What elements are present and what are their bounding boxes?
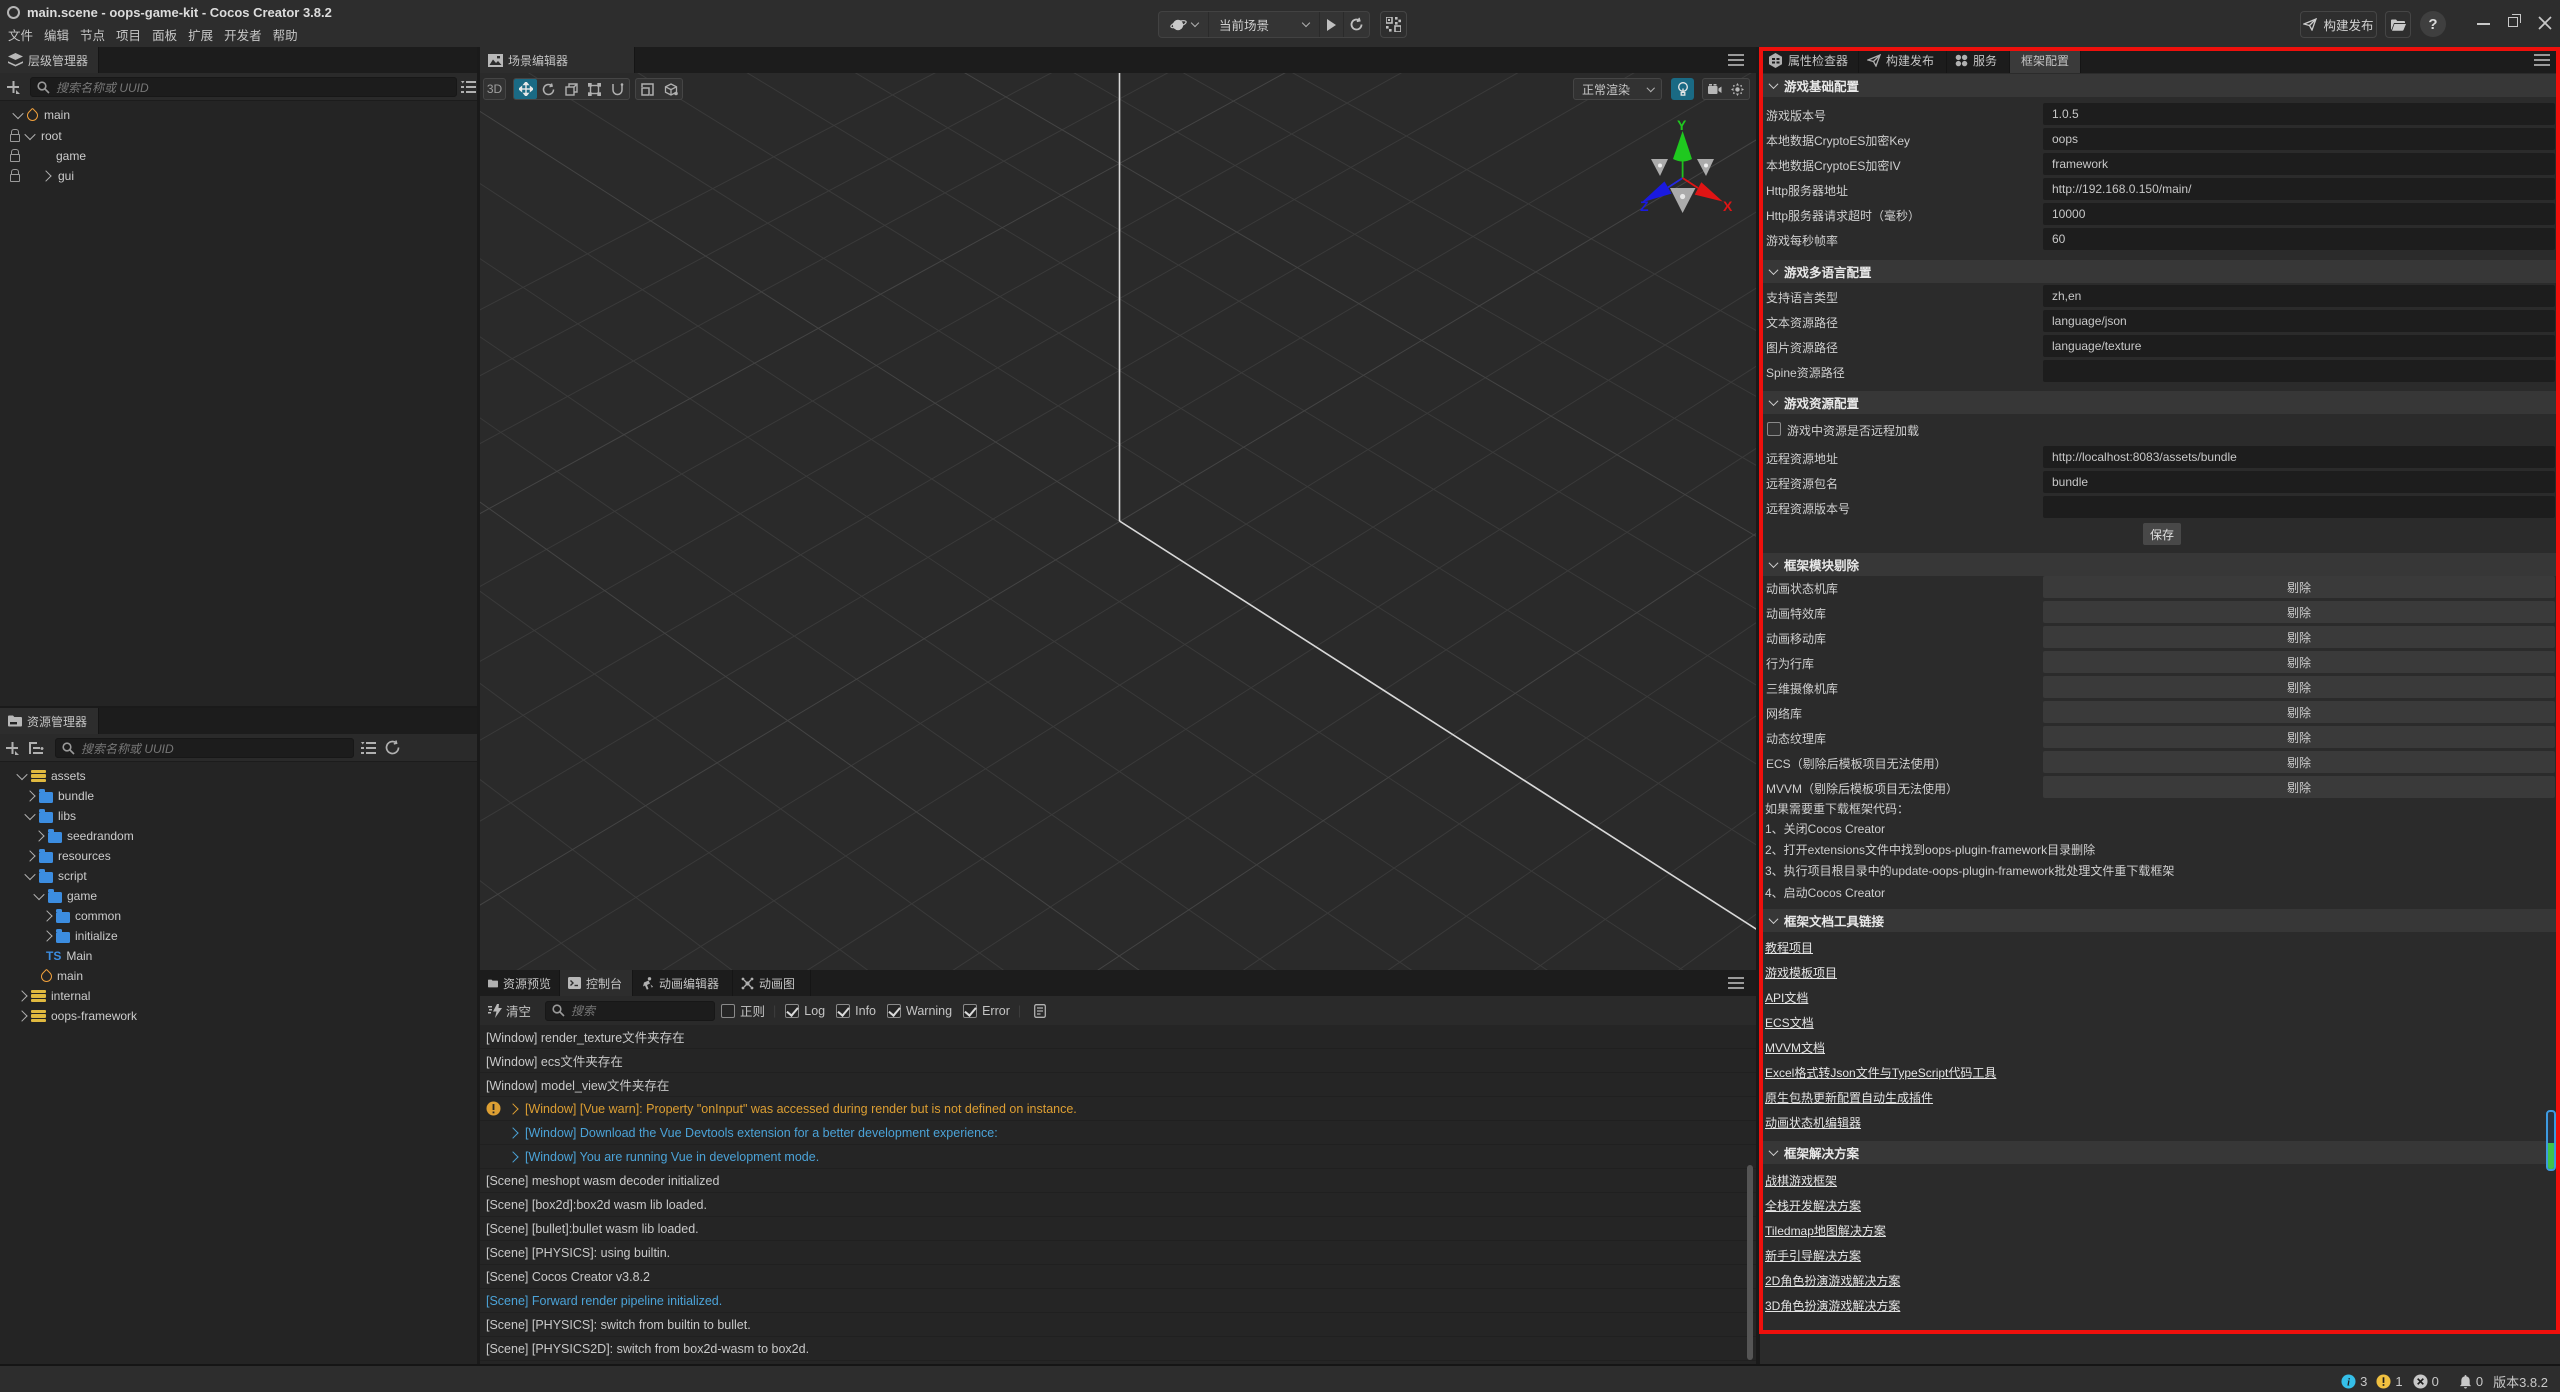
svg-text:Y: Y: [1677, 118, 1687, 133]
svg-text:X: X: [1723, 198, 1733, 214]
svg-text:i: i: [2347, 1377, 2350, 1388]
svg-text:Z: Z: [1640, 198, 1649, 214]
